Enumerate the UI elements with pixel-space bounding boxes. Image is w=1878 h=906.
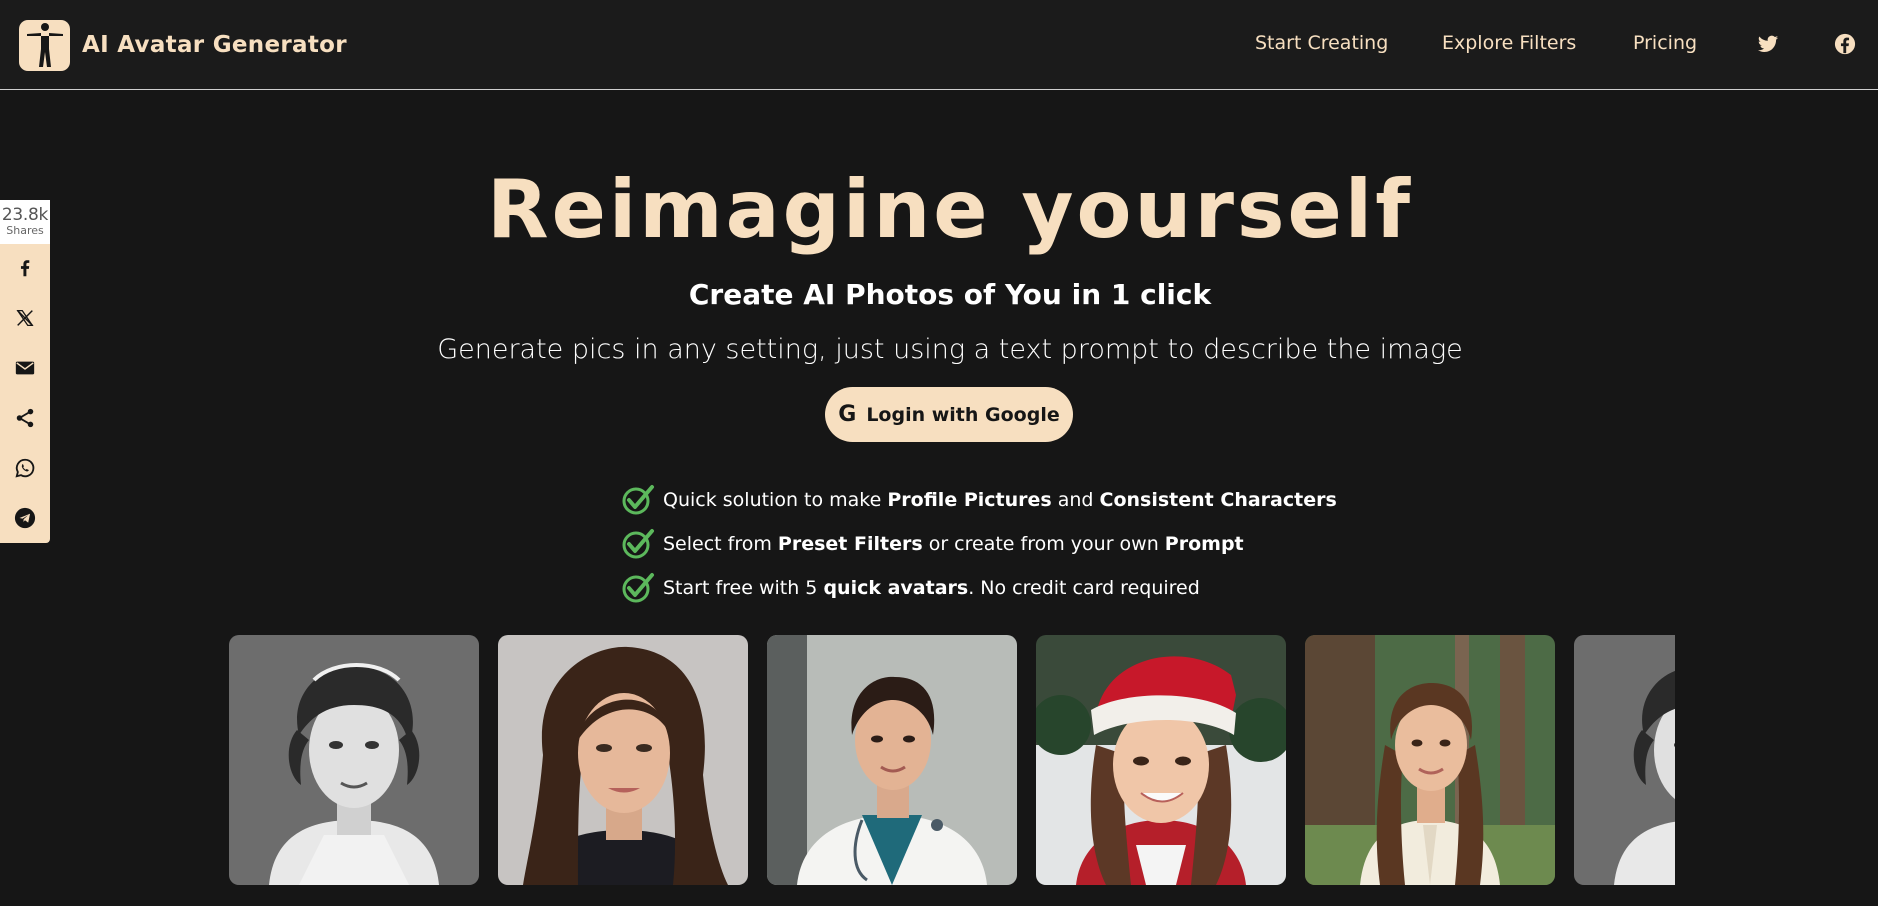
share-telegram-button[interactable] bbox=[0, 498, 50, 538]
hero-title: Reimagine yourself bbox=[487, 163, 1413, 256]
nav-explore-filters[interactable]: Explore Filters bbox=[1442, 32, 1576, 54]
hero-description: Generate pics in any setting, just using… bbox=[437, 334, 1463, 365]
twitter-icon[interactable] bbox=[1757, 33, 1779, 55]
gallery-image-vintage-bw[interactable] bbox=[229, 635, 479, 885]
check-circle-icon bbox=[622, 573, 654, 603]
feature-item: Start free with 5 quick avatars. No cred… bbox=[621, 566, 1337, 610]
share-generic-button[interactable] bbox=[0, 398, 50, 438]
feature-item: Quick solution to make Profile Pictures … bbox=[621, 478, 1337, 522]
feature-text: Select from Preset Filters or create fro… bbox=[663, 533, 1244, 555]
nav-pricing[interactable]: Pricing bbox=[1633, 32, 1697, 54]
gallery-image-santa-hat[interactable] bbox=[1036, 635, 1286, 885]
nav-start-creating[interactable]: Start Creating bbox=[1255, 32, 1388, 54]
check-circle-icon bbox=[622, 485, 654, 515]
avatar-gallery bbox=[229, 635, 1675, 885]
feature-item: Select from Preset Filters or create fro… bbox=[621, 522, 1337, 566]
google-icon: G bbox=[838, 402, 857, 427]
feature-text: Quick solution to make Profile Pictures … bbox=[663, 489, 1337, 511]
check-circle-icon bbox=[622, 529, 654, 559]
site-header: AI Avatar Generator Start Creating Explo… bbox=[0, 0, 1878, 90]
gallery-image-professional[interactable] bbox=[498, 635, 748, 885]
gallery-image-vintage-bw-repeat[interactable] bbox=[1574, 635, 1675, 885]
gallery-image-forest[interactable] bbox=[1305, 635, 1555, 885]
share-whatsapp-button[interactable] bbox=[0, 448, 50, 488]
brand-name: AI Avatar Generator bbox=[82, 32, 347, 58]
facebook-icon bbox=[20, 260, 30, 277]
whatsapp-icon bbox=[15, 458, 35, 478]
share-icon bbox=[16, 408, 34, 428]
feature-list: Quick solution to make Profile Pictures … bbox=[621, 478, 1337, 610]
facebook-icon[interactable] bbox=[1834, 33, 1856, 55]
human-silhouette-icon bbox=[19, 19, 70, 71]
gallery-image-doctor[interactable] bbox=[767, 635, 1017, 885]
feature-text: Start free with 5 quick avatars. No cred… bbox=[663, 577, 1200, 599]
brand[interactable]: AI Avatar Generator bbox=[19, 19, 347, 71]
login-button-label: Login with Google bbox=[866, 403, 1060, 426]
login-with-google-button[interactable]: G Login with Google bbox=[825, 387, 1073, 442]
telegram-icon bbox=[14, 507, 36, 529]
hero-subtitle: Create AI Photos of You in 1 click bbox=[688, 278, 1212, 311]
